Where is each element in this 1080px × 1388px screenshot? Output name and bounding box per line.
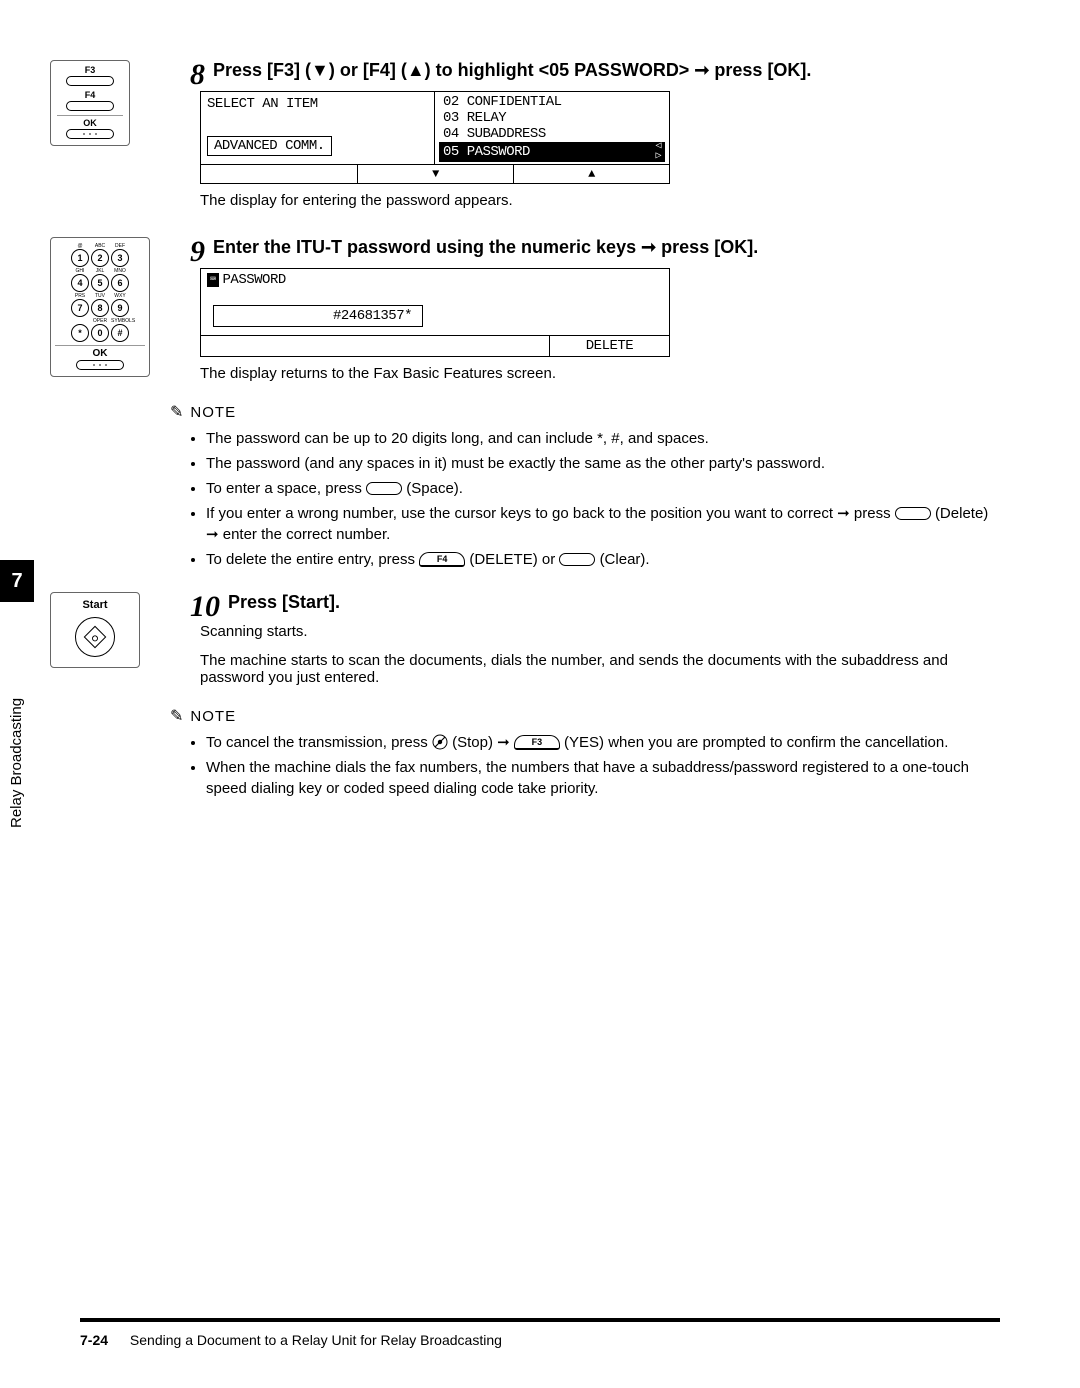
step-9: @1ABC2DEF3 GHI4JKL5MNO6 PRS7TUV8WXY9 *OP… — [50, 237, 1000, 574]
step-9-caption: The display returns to the Fax Basic Fea… — [200, 365, 1000, 382]
footer-text: Sending a Document to a Relay Unit for R… — [130, 1332, 502, 1348]
f3-f4-ok-buttons-illustration: F3 F4 OK — [50, 60, 130, 146]
pencil-icon: ✎ — [170, 706, 184, 726]
step-10-notes: To cancel the transmission, press (Stop)… — [184, 732, 1000, 799]
step-8-caption: The display for entering the password ap… — [200, 192, 1000, 209]
step-10: Start 10 Press [Start]. Scanning starts.… — [50, 592, 1000, 803]
step-9-heading: 9 Enter the ITU-T password using the num… — [190, 237, 1000, 258]
step-8-heading: 8 Press [F3] (▼) or [F4] (▲) to highligh… — [190, 60, 1000, 81]
delete-key-icon — [895, 507, 931, 520]
note-header: ✎ NOTE — [170, 402, 1000, 422]
f4-key-icon: F4 — [419, 552, 465, 567]
step-10-caption2: The machine starts to scan the documents… — [200, 652, 1000, 686]
pencil-icon: ✎ — [170, 402, 184, 422]
note-header-2: ✎ NOTE — [170, 706, 1000, 726]
lcd-select-item: SELECT AN ITEM ADVANCED COMM. 02 CONFIDE… — [200, 91, 670, 184]
f3-key-icon: F3 — [514, 735, 560, 750]
space-key-icon — [366, 482, 402, 495]
page-footer: 7-24 Sending a Document to a Relay Unit … — [80, 1318, 1000, 1348]
keyboard-icon: ⌨ — [207, 273, 219, 287]
step-10-caption1: Scanning starts. — [200, 623, 1000, 640]
clear-key-icon — [559, 553, 595, 566]
lcd-password-entry: ⌨PASSWORD #24681357* DELETE — [200, 268, 670, 357]
start-button-illustration: Start — [50, 592, 140, 668]
page-content: F3 F4 OK 8 Press [F3] (▼) or [F4] (▲) to… — [0, 0, 1080, 851]
numeric-keypad-illustration: @1ABC2DEF3 GHI4JKL5MNO6 PRS7TUV8WXY9 *OP… — [50, 237, 150, 377]
step-10-heading: 10 Press [Start]. — [190, 592, 1000, 613]
page-number: 7-24 — [80, 1332, 108, 1348]
stop-icon — [432, 734, 448, 750]
step-8: F3 F4 OK 8 Press [F3] (▼) or [F4] (▲) to… — [50, 60, 1000, 229]
step-9-notes: The password can be up to 20 digits long… — [184, 428, 1000, 570]
